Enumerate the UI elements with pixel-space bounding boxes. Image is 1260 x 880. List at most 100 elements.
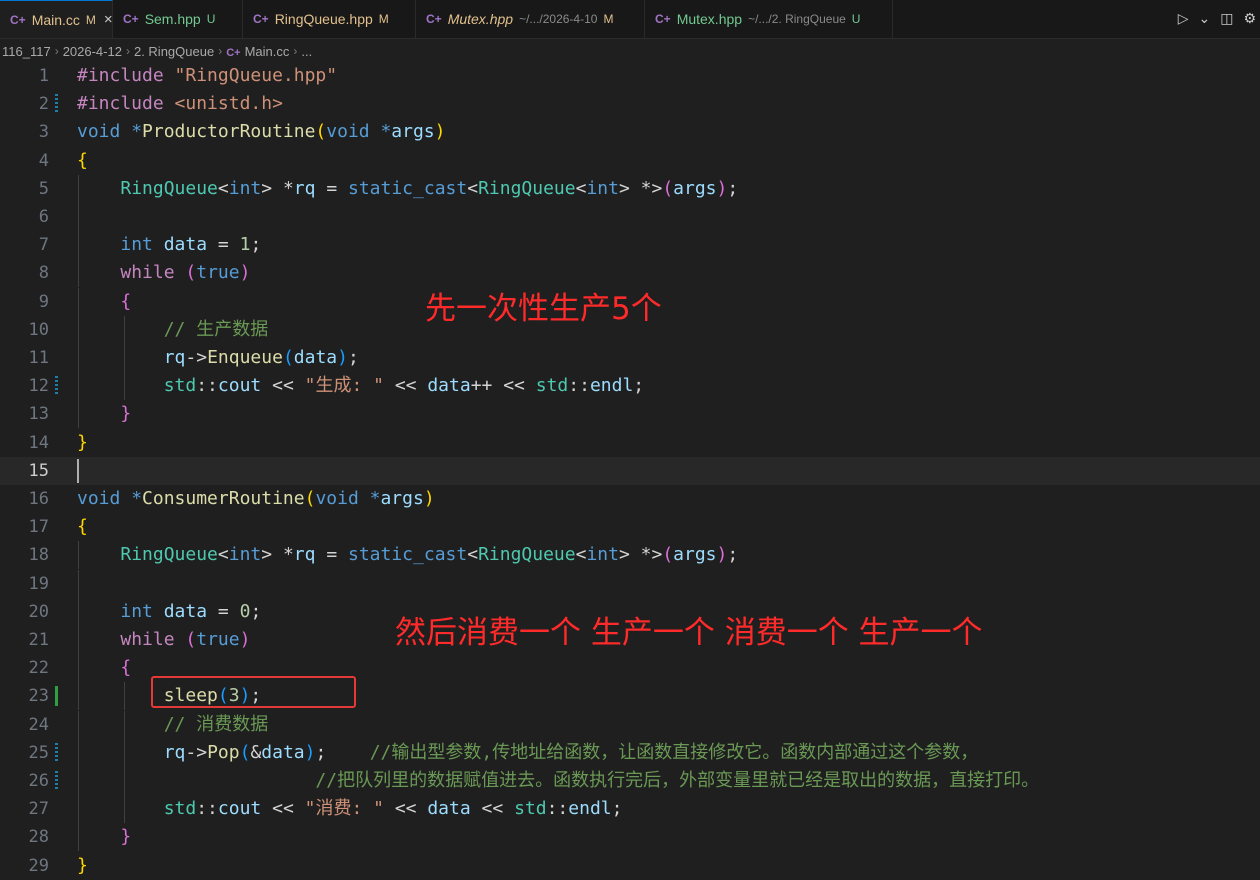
git-status-badge: U bbox=[851, 12, 861, 26]
run-debug-icon[interactable]: ▷ bbox=[1178, 11, 1189, 27]
code-text: while (true) bbox=[77, 626, 250, 654]
code-token: > *> bbox=[618, 177, 663, 199]
code-token: true bbox=[196, 262, 240, 284]
breadcrumb-item[interactable]: 2026-4-12 bbox=[63, 44, 122, 59]
code-token: <unistd.h> bbox=[174, 93, 283, 115]
breadcrumb-label: 116_117 bbox=[2, 43, 51, 59]
code-token: > bbox=[261, 177, 283, 199]
code-token: * bbox=[131, 121, 143, 143]
code-token: void bbox=[77, 121, 132, 143]
breadcrumb-item[interactable]: 2. RingQueue bbox=[134, 44, 214, 59]
code-line: 4{ bbox=[0, 147, 1260, 175]
code-token: data bbox=[163, 234, 208, 256]
code-line: 28 } bbox=[0, 823, 1260, 852]
split-editor-icon[interactable]: ◫ bbox=[1220, 11, 1233, 27]
git-status-badge: M bbox=[603, 12, 614, 26]
code-token: = bbox=[315, 177, 348, 199]
tab-ringqueue-hpp[interactable]: C+ RingQueue.hpp M bbox=[243, 0, 416, 38]
code-token: = bbox=[207, 234, 240, 256]
git-status-badge: M bbox=[378, 12, 389, 26]
code-text: } bbox=[77, 429, 88, 457]
indent-guide bbox=[78, 203, 79, 231]
code-token: RingQueue bbox=[120, 177, 218, 199]
code-token: args bbox=[391, 121, 435, 143]
code-token: //把队列里的数据赋值进去。函数执行完后，外部变量里就已经是取出的数据，直接打印… bbox=[315, 770, 1040, 791]
code-token: ; bbox=[250, 600, 262, 622]
code-token: int bbox=[586, 177, 619, 199]
git-added-marker bbox=[55, 686, 58, 707]
code-editor[interactable]: 1 #include "RingQueue.hpp" 2 #include <unis… bbox=[0, 62, 1260, 876]
code-token: args bbox=[380, 488, 424, 509]
code-line: 12 std::cout << "生成: " << data++ << std:… bbox=[0, 372, 1260, 401]
code-token: data bbox=[427, 798, 471, 820]
code-token: < bbox=[575, 544, 587, 566]
breadcrumb-item[interactable]: ... bbox=[301, 44, 312, 59]
code-token: ( bbox=[185, 262, 197, 284]
code-line: 15 bbox=[0, 456, 1260, 485]
code-token: { bbox=[120, 290, 132, 312]
code-text: void *ProductorRoutine(void *args) bbox=[77, 118, 446, 146]
chevron-right-icon: › bbox=[54, 44, 59, 58]
line-number: 7 bbox=[38, 235, 49, 256]
line-number: 3 bbox=[38, 122, 49, 143]
breadcrumb-item[interactable]: 116_117 bbox=[2, 44, 51, 59]
code-text: // 消费数据 bbox=[77, 711, 269, 739]
chevron-right-icon: › bbox=[293, 44, 298, 58]
tab-main-cc[interactable]: C+ Main.cc M × bbox=[0, 0, 113, 38]
line-number: 4 bbox=[38, 150, 49, 171]
code-token: * bbox=[131, 488, 143, 509]
code-text: std::cout << "生成: " << data++ << std::en… bbox=[77, 372, 644, 400]
code-token: #include bbox=[77, 65, 175, 86]
tab-mutex-hpp[interactable]: C+ Mutex.hpp ~/.../2. RingQueue U bbox=[645, 0, 893, 38]
code-token: << bbox=[261, 375, 305, 397]
tab-sem-hpp[interactable]: C+ Sem.hpp U bbox=[113, 0, 243, 38]
chevron-right-icon: › bbox=[125, 44, 130, 58]
tab-label: Sem.hpp bbox=[144, 11, 201, 27]
line-number: 9 bbox=[38, 291, 49, 312]
code-token: :: bbox=[196, 375, 218, 397]
breadcrumb-item[interactable]: C+ Main.cc bbox=[226, 44, 289, 59]
code-text: RingQueue<int> *rq = static_cast<RingQue… bbox=[77, 175, 738, 203]
code-token: data bbox=[427, 375, 471, 397]
cpp-file-icon: C+ bbox=[253, 12, 269, 26]
code-token: ( bbox=[239, 741, 251, 763]
tab-path: ~/.../2. RingQueue bbox=[748, 12, 846, 26]
code-token: * bbox=[369, 488, 381, 509]
code-line: 5 RingQueue<int> *rq = static_cast<RingQ… bbox=[0, 174, 1260, 203]
code-token: ) bbox=[716, 177, 728, 199]
git-status-badge: M bbox=[85, 12, 96, 27]
code-line: 25 rq->Pop(&data); //输出型参数,传地址给函数，让函数直接修… bbox=[0, 738, 1260, 767]
tab-mutex-hpp[interactable]: C+ Mutex.hpp ~/.../2026-4-10 M bbox=[416, 0, 645, 38]
close-icon[interactable]: × bbox=[104, 11, 112, 28]
git-modified-marker bbox=[55, 376, 58, 397]
line-number: 15 bbox=[28, 460, 49, 481]
git-modified-marker bbox=[55, 742, 58, 763]
settings-gear-icon[interactable]: ⚙ bbox=[1243, 11, 1256, 27]
code-token: ) bbox=[337, 347, 348, 368]
code-token: ( bbox=[662, 177, 674, 199]
code-token: 1 bbox=[239, 234, 251, 256]
code-line: 7 int data = 1; bbox=[0, 231, 1260, 260]
code-token: int bbox=[228, 544, 262, 566]
code-text: } bbox=[77, 852, 88, 880]
cpp-file-icon: C+ bbox=[123, 12, 139, 26]
code-token: "生成: " bbox=[304, 375, 384, 397]
code-text: rq->Pop(&data); //输出型参数,传地址给函数，让函数直接修改它。… bbox=[77, 739, 979, 767]
dropdown-chevron-icon[interactable]: ⌄ bbox=[1198, 11, 1210, 27]
code-line: 24 // 消费数据 bbox=[0, 710, 1260, 739]
code-token: ; bbox=[347, 347, 359, 368]
code-line: 29} bbox=[0, 852, 1260, 880]
code-token: ( bbox=[282, 347, 294, 368]
line-number: 29 bbox=[28, 855, 49, 876]
cpp-file-icon: C+ bbox=[426, 12, 442, 26]
line-number: 26 bbox=[28, 771, 49, 791]
code-token: // 消费数据 bbox=[163, 713, 269, 735]
code-token: = bbox=[315, 544, 348, 566]
